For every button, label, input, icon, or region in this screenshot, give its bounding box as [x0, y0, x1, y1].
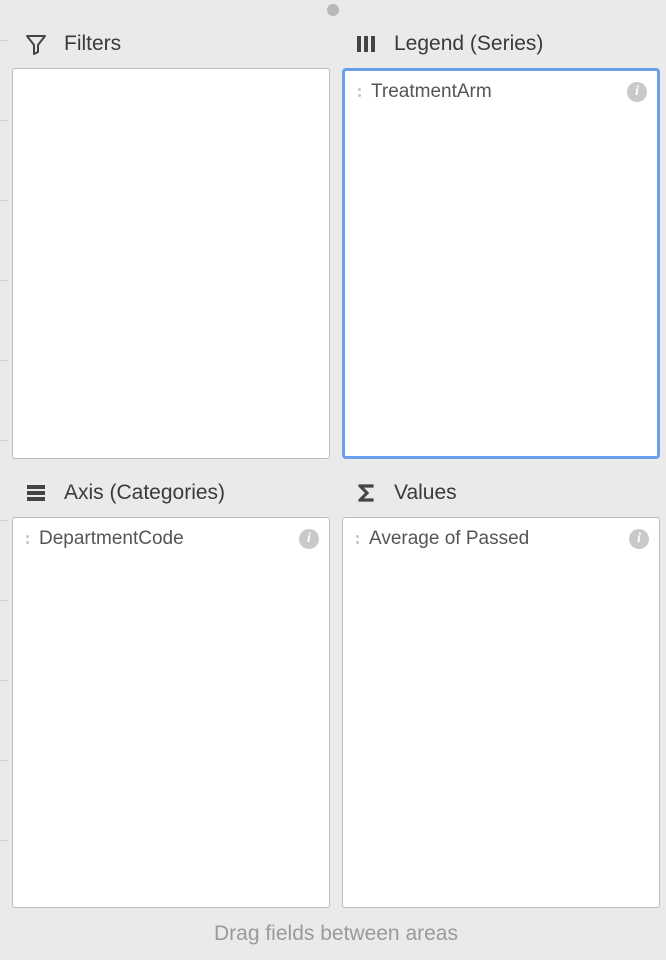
drag-handle-icon[interactable] — [349, 535, 365, 544]
filters-header: Filters — [12, 18, 330, 68]
values-title: Values — [394, 481, 457, 505]
field-label: DepartmentCode — [39, 528, 293, 550]
values-area: Values Average of Passed i — [342, 467, 660, 908]
drag-hint: Drag fields between areas — [12, 908, 660, 950]
panel-handle-dot[interactable] — [327, 4, 339, 16]
field-item[interactable]: Average of Passed i — [347, 524, 655, 554]
legend-area: Legend (Series) TreatmentArm i — [342, 18, 660, 459]
field-item[interactable]: TreatmentArm i — [349, 77, 653, 107]
areas-grid: Filters Legend (Series) Treatmen — [12, 18, 660, 908]
axis-header: Axis (Categories) — [12, 467, 330, 517]
values-header: Values — [342, 467, 660, 517]
left-edge-ticks — [0, 0, 10, 960]
field-item[interactable]: DepartmentCode i — [17, 524, 325, 554]
field-label: Average of Passed — [369, 528, 623, 550]
values-drop-well[interactable]: Average of Passed i — [342, 517, 660, 908]
axis-drop-well[interactable]: DepartmentCode i — [12, 517, 330, 908]
legend-header: Legend (Series) — [342, 18, 660, 68]
funnel-icon — [22, 30, 50, 58]
info-icon[interactable]: i — [299, 529, 319, 549]
filters-title: Filters — [64, 32, 121, 56]
axis-area: Axis (Categories) DepartmentCode i — [12, 467, 330, 908]
columns-icon — [352, 30, 380, 58]
axis-title: Axis (Categories) — [64, 481, 225, 505]
rows-icon — [22, 479, 50, 507]
filters-area: Filters — [12, 18, 330, 459]
field-label: TreatmentArm — [371, 81, 621, 103]
legend-drop-well[interactable]: TreatmentArm i — [342, 68, 660, 459]
filters-drop-well[interactable] — [12, 68, 330, 459]
info-icon[interactable]: i — [629, 529, 649, 549]
drag-handle-icon[interactable] — [19, 535, 35, 544]
drag-handle-icon[interactable] — [351, 88, 367, 97]
info-icon[interactable]: i — [627, 82, 647, 102]
legend-title: Legend (Series) — [394, 32, 543, 56]
sigma-icon — [352, 479, 380, 507]
pivot-field-areas-panel: Filters Legend (Series) Treatmen — [12, 18, 660, 950]
